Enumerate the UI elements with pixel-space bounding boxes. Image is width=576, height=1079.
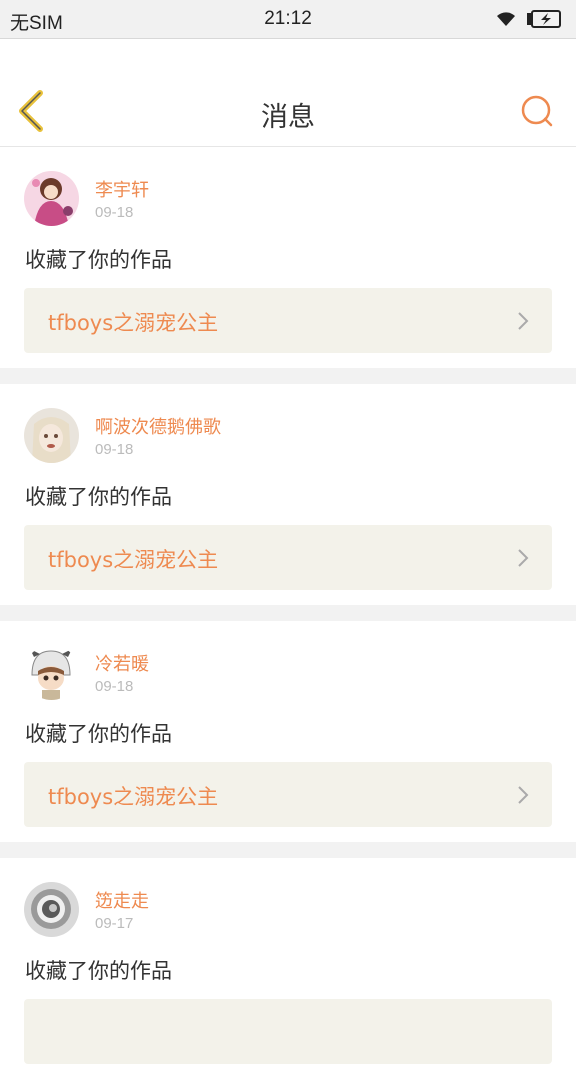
message-text: 收藏了你的作品 bbox=[25, 959, 172, 983]
separator bbox=[0, 368, 576, 384]
message-date: 09-17 bbox=[95, 915, 134, 932]
nav-bar: 消息 bbox=[0, 39, 576, 147]
message-text: 收藏了你的作品 bbox=[25, 722, 172, 746]
separator bbox=[0, 842, 576, 858]
avatar[interactable] bbox=[24, 408, 79, 463]
wifi-icon bbox=[497, 12, 515, 26]
clock: 21:12 bbox=[264, 8, 312, 29]
work-title: tfboys之溺宠公主 bbox=[48, 311, 219, 335]
message-text: 收藏了你的作品 bbox=[25, 248, 172, 272]
page-title: 消息 bbox=[261, 102, 315, 133]
message-date: 09-18 bbox=[95, 441, 134, 458]
message-item: 笾走走 09-17 收藏了你的作品 bbox=[0, 858, 576, 1079]
message-item: 李宇轩 09-18 收藏了你的作品 tfboys之溺宠公主 bbox=[0, 147, 576, 368]
avatar[interactable] bbox=[24, 882, 79, 937]
avatar[interactable] bbox=[24, 171, 79, 226]
status-icons bbox=[494, 8, 562, 30]
chevron-right-icon bbox=[518, 312, 529, 330]
username[interactable]: 李宇轩 bbox=[95, 176, 149, 202]
battery-charging-icon bbox=[527, 10, 561, 28]
separator bbox=[0, 605, 576, 621]
work-link[interactable] bbox=[24, 999, 552, 1064]
chevron-right-icon bbox=[518, 549, 529, 567]
message-list: 李宇轩 09-18 收藏了你的作品 tfboys之溺宠公主 啊波次德鹅佛歌 09… bbox=[0, 147, 576, 1079]
message-date: 09-18 bbox=[95, 678, 134, 695]
work-title: tfboys之溺宠公主 bbox=[48, 785, 219, 809]
work-link[interactable]: tfboys之溺宠公主 bbox=[24, 288, 552, 353]
chevron-right-icon bbox=[518, 786, 529, 804]
username[interactable]: 笾走走 bbox=[95, 887, 149, 913]
message-item: 啊波次德鹅佛歌 09-18 收藏了你的作品 tfboys之溺宠公主 bbox=[0, 384, 576, 605]
avatar[interactable] bbox=[24, 645, 79, 700]
work-link[interactable]: tfboys之溺宠公主 bbox=[24, 762, 552, 827]
username[interactable]: 冷若暖 bbox=[95, 650, 149, 676]
message-item: 冷若暖 09-18 收藏了你的作品 tfboys之溺宠公主 bbox=[0, 621, 576, 842]
status-bar: 无SIM 21:12 bbox=[0, 0, 576, 39]
work-title: tfboys之溺宠公主 bbox=[48, 548, 219, 572]
message-text: 收藏了你的作品 bbox=[25, 485, 172, 509]
work-link[interactable]: tfboys之溺宠公主 bbox=[24, 525, 552, 590]
message-date: 09-18 bbox=[95, 204, 134, 221]
username[interactable]: 啊波次德鹅佛歌 bbox=[95, 413, 221, 439]
search-icon[interactable] bbox=[520, 94, 554, 128]
